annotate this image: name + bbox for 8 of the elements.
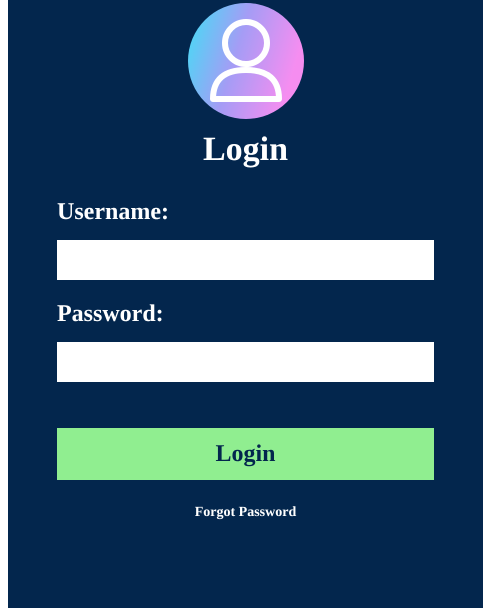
input-field[interactable] (57, 342, 434, 382)
login-title: Login (202, 130, 288, 170)
field-label: Password: (57, 300, 165, 328)
login-button[interactable]: Login (57, 428, 434, 480)
field-label: Username: (57, 198, 170, 226)
input-field[interactable] (57, 240, 434, 280)
forgot-password-link[interactable]: Forgot Password (194, 502, 296, 523)
user-avatar-icon (186, 2, 304, 120)
